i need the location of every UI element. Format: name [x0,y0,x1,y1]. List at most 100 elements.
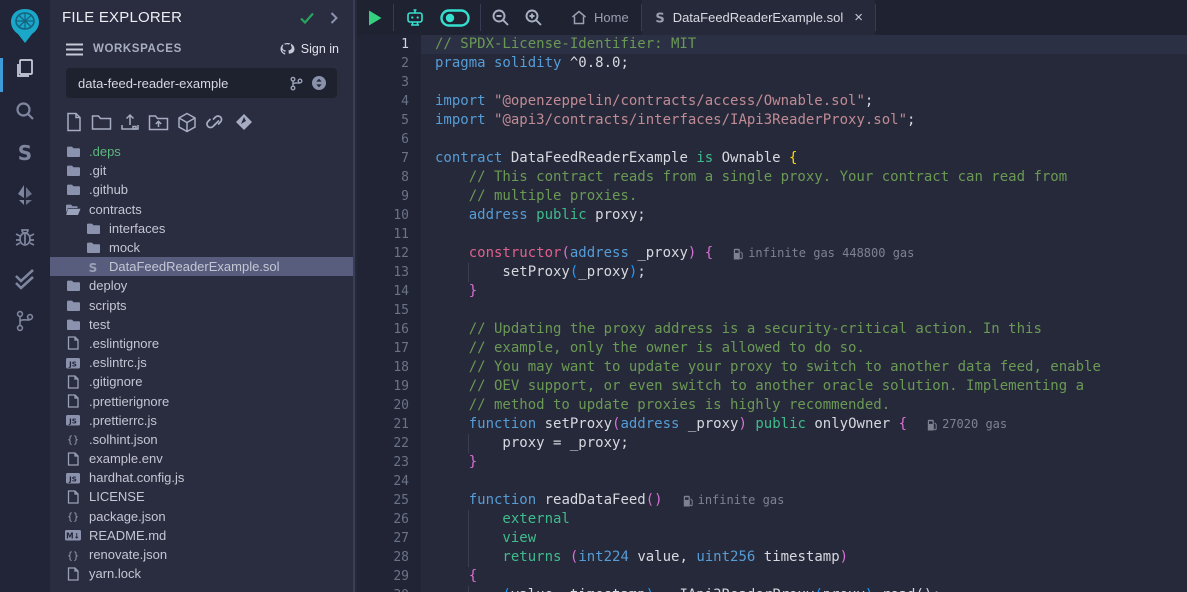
file-tree-item[interactable]: JS.prettierrc.js [50,411,353,430]
code-line[interactable]: 5import "@api3/contracts/interfaces/IApi… [357,111,1187,130]
code-line[interactable]: 14 } [357,282,1187,301]
code-line[interactable]: 10 address public proxy; [357,206,1187,225]
code-line[interactable]: 18 // You may want to update your proxy … [357,358,1187,377]
line-number[interactable]: 9 [357,187,421,206]
line-number[interactable]: 18 [357,358,421,377]
file-tree-item[interactable]: .git [50,161,353,180]
file-tree-item[interactable]: .github [50,180,353,199]
accept-check-icon[interactable] [299,11,315,25]
line-number[interactable]: 5 [357,111,421,130]
file-tree-item[interactable]: test [50,315,353,334]
line-number[interactable]: 23 [357,453,421,472]
line-number[interactable]: 12 [357,244,421,263]
line-number[interactable]: 28 [357,548,421,567]
file-tree-item[interactable]: deploy [50,276,353,295]
file-tree-item[interactable]: M↓README.md [50,526,353,545]
line-number[interactable]: 4 [357,92,421,111]
search-icon[interactable] [0,90,50,132]
ai-assistant-icon[interactable] [404,7,426,29]
upload-file-icon[interactable] [120,112,140,132]
file-tree-item[interactable]: LICENSE [50,487,353,506]
line-number[interactable]: 6 [357,130,421,149]
code-line[interactable]: 6 [357,130,1187,149]
line-number[interactable]: 26 [357,510,421,529]
line-number[interactable]: 2 [357,54,421,73]
line-number[interactable]: 25 [357,491,421,510]
close-tab-icon[interactable]: × [854,10,863,25]
code-line[interactable]: 28 returns (int224 value, uint256 timest… [357,548,1187,567]
remix-logo-icon[interactable] [4,4,46,48]
code-line[interactable]: 30 (value, timestamp) = IApi3ReaderProxy… [357,586,1187,592]
debugger-icon[interactable] [0,216,50,258]
code-line[interactable]: 20 // method to update proxies is highly… [357,396,1187,415]
file-tree-item[interactable]: JS.eslintrc.js [50,353,353,372]
line-number[interactable]: 22 [357,434,421,453]
line-number[interactable]: 27 [357,529,421,548]
git-branch-icon[interactable] [289,76,303,91]
upload-folder-icon[interactable] [148,113,169,132]
code-line[interactable]: 27 view [357,529,1187,548]
line-number[interactable]: 24 [357,472,421,491]
code-line[interactable]: 2pragma solidity ^0.8.0; [357,54,1187,73]
code-line[interactable]: 13 setProxy(_proxy); [357,263,1187,282]
file-explorer-icon[interactable] [0,48,50,90]
code-line[interactable]: 19 // OEV support, or even switch to ano… [357,377,1187,396]
line-number[interactable]: 19 [357,377,421,396]
run-script-icon[interactable] [367,9,383,27]
file-tree-item[interactable]: {}renovate.json [50,545,353,564]
code-line[interactable]: 11 [357,225,1187,244]
line-number[interactable]: 14 [357,282,421,301]
line-number[interactable]: 21 [357,415,421,434]
zoom-out-icon[interactable] [491,8,510,27]
code-line[interactable]: 1// SPDX-License-Identifier: MIT [357,35,1187,54]
file-tree-item[interactable]: mock [50,238,353,257]
file-tree-item[interactable]: interfaces [50,219,353,238]
code-editor[interactable]: 1// SPDX-License-Identifier: MIT2pragma … [357,35,1187,592]
ai-toggle[interactable] [440,9,470,27]
file-tree-item[interactable]: JShardhat.config.js [50,468,353,487]
code-line[interactable]: 4import "@openzeppelin/contracts/access/… [357,92,1187,111]
line-number[interactable]: 15 [357,301,421,320]
code-line[interactable]: 26 external [357,510,1187,529]
file-tree-item[interactable]: SDataFeedReaderExample.sol [50,257,353,276]
file-tree-item[interactable]: .gitignore [50,372,353,391]
workspace-selector[interactable]: data-feed-reader-example [66,68,337,98]
new-file-icon[interactable] [65,112,83,132]
solidity-compiler-icon[interactable]: S [0,132,50,174]
code-line[interactable]: 15 [357,301,1187,320]
workspaces-menu-icon[interactable] [66,43,83,56]
code-line[interactable]: 12 constructor(address _proxy) {infinite… [357,244,1187,263]
tab-home[interactable]: Home [559,0,641,35]
file-tree-item[interactable]: .deps [50,142,353,161]
collapse-panel-chevron-icon[interactable] [329,11,339,25]
publish-workspace-icon[interactable] [235,113,253,131]
code-line[interactable]: 7contract DataFeedReaderExample is Ownab… [357,149,1187,168]
line-number[interactable]: 17 [357,339,421,358]
code-line[interactable]: 25 function readDataFeed()infinite gas [357,491,1187,510]
file-tree-item[interactable]: example.env [50,449,353,468]
new-folder-icon[interactable] [91,113,112,131]
github-sign-in-button[interactable]: Sign in [279,42,339,56]
file-tree-item[interactable]: scripts [50,296,353,315]
line-number[interactable]: 20 [357,396,421,415]
line-number[interactable]: 29 [357,567,421,586]
file-tree-item[interactable]: .prettierignore [50,391,353,410]
line-number[interactable]: 11 [357,225,421,244]
code-line[interactable]: 8 // This contract reads from a single p… [357,168,1187,187]
file-tree-item[interactable]: yarn.lock [50,564,353,583]
line-number[interactable]: 30 [357,586,421,592]
git-icon[interactable] [0,300,50,342]
tab-datafeedreaderexample[interactable]: S DataFeedReaderExample.sol × [642,0,875,35]
code-line[interactable]: 29 { [357,567,1187,586]
import-from-url-icon[interactable] [205,113,227,131]
line-number[interactable]: 1 [357,35,421,54]
code-line[interactable]: 16 // Updating the proxy address is a se… [357,320,1187,339]
zoom-in-icon[interactable] [524,8,543,27]
line-number[interactable]: 8 [357,168,421,187]
line-number[interactable]: 13 [357,263,421,282]
deploy-and-run-icon[interactable] [0,174,50,216]
line-number[interactable]: 3 [357,73,421,92]
workspace-dropdown-icon[interactable] [311,75,327,91]
code-line[interactable]: 22 proxy = _proxy; [357,434,1187,453]
line-number[interactable]: 7 [357,149,421,168]
